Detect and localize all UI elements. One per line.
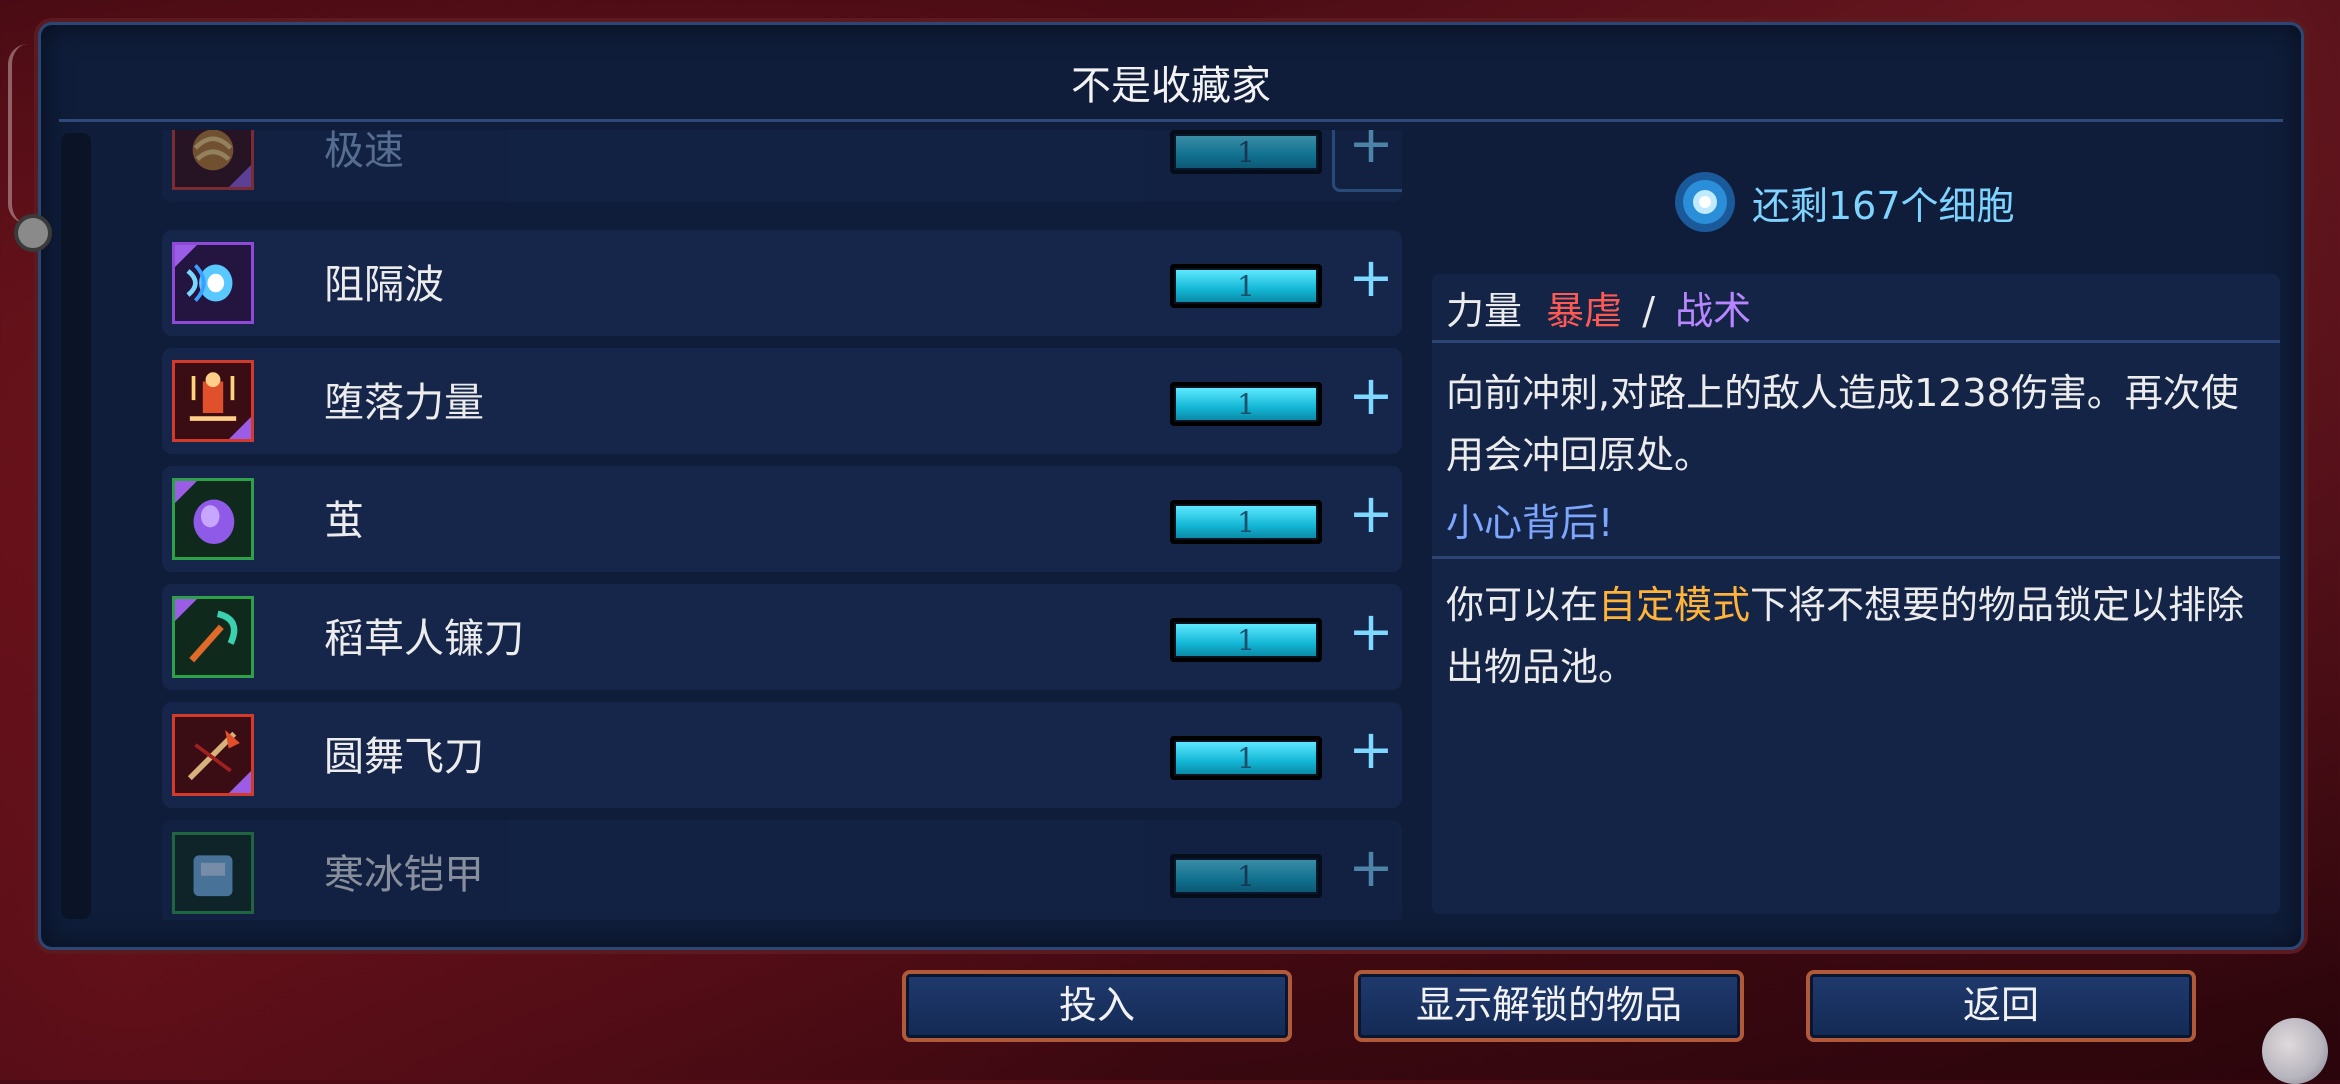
quantity-value: 1 xyxy=(1237,506,1255,539)
item-list: 极速 1 + 阻隔波 1 + 堕落力量 1 + 茧 1 + 稻草人镰刀 1 + … xyxy=(162,130,1402,920)
plus-icon[interactable]: + xyxy=(1346,366,1396,426)
back-button[interactable]: 返回 xyxy=(1806,970,2196,1042)
description-divider xyxy=(1432,556,2280,559)
quantity-value: 1 xyxy=(1237,270,1255,303)
plus-icon[interactable]: + xyxy=(1346,248,1396,308)
item-name: 稻草人镰刀 xyxy=(324,616,524,662)
corner-mark xyxy=(175,481,199,505)
item-name: 极速 xyxy=(324,130,404,174)
cell-icon xyxy=(1675,172,1735,232)
tags-divider xyxy=(1432,340,2280,343)
throwing-knife-icon xyxy=(172,714,254,796)
panel-title: 不是收藏家 xyxy=(1071,63,1271,109)
tag-power: 力量 xyxy=(1446,289,1523,333)
item-detail-panel: 力量 暴虐 / 战术 向前冲刺,对路上的敌人造成1238伤害。再次使用会冲回原处… xyxy=(1432,274,2280,914)
plus-icon[interactable]: + xyxy=(1346,720,1396,780)
custom-mode-highlight: 自定模式 xyxy=(1598,583,1751,627)
cells-remaining-text: 还剩167个细胞 xyxy=(1752,183,2015,228)
cocoon-icon xyxy=(172,478,254,560)
plus-icon[interactable]: + xyxy=(1346,130,1396,174)
plus-icon[interactable]: + xyxy=(1346,602,1396,662)
list-item[interactable]: 茧 1 + xyxy=(162,466,1402,572)
speed-skill-icon xyxy=(172,130,254,190)
quantity-value: 1 xyxy=(1237,624,1255,657)
tag-separator: / xyxy=(1642,289,1656,333)
scythe-icon xyxy=(172,596,254,678)
quantity-bar: 1 xyxy=(1170,854,1322,898)
list-item[interactable]: 圆舞飞刀 1 + xyxy=(162,702,1402,808)
floating-orb-icon[interactable] xyxy=(2262,1018,2328,1084)
list-item[interactable]: 稻草人镰刀 1 + xyxy=(162,584,1402,690)
tag-brutality: 暴虐 xyxy=(1546,289,1623,333)
quantity-bar: 1 xyxy=(1170,736,1322,780)
scrollbar-thumb[interactable] xyxy=(14,214,52,252)
quantity-value: 1 xyxy=(1237,388,1255,421)
corner-mark xyxy=(227,163,251,187)
item-name: 寒冰铠甲 xyxy=(324,852,484,898)
item-flavor-text: 小心背后! xyxy=(1446,501,1614,545)
quantity-bar: 1 xyxy=(1170,618,1322,662)
left-edge-decoration xyxy=(8,44,30,224)
corner-mark xyxy=(227,769,251,793)
item-name: 堕落力量 xyxy=(324,380,484,426)
plus-icon[interactable]: + xyxy=(1346,484,1396,544)
item-name: 阻隔波 xyxy=(324,262,444,308)
item-tags: 力量 暴虐 / 战术 xyxy=(1446,280,1751,335)
corner-mark xyxy=(175,599,199,623)
lock-hint: 你可以在自定模式下将不想要的物品锁定以排除出物品池。 xyxy=(1446,574,2266,698)
quantity-value: 1 xyxy=(1237,860,1255,893)
list-item[interactable]: 阻隔波 1 + xyxy=(162,230,1402,336)
item-name: 圆舞飞刀 xyxy=(324,734,484,780)
corner-mark xyxy=(175,245,199,269)
list-item[interactable]: 堕落力量 1 + xyxy=(162,348,1402,454)
invest-button[interactable]: 投入 xyxy=(902,970,1292,1042)
quantity-bar: 1 xyxy=(1170,264,1322,308)
quantity-bar: 1 xyxy=(1170,130,1322,174)
wave-skill-icon xyxy=(172,242,254,324)
scrollbar-track[interactable] xyxy=(61,133,91,919)
plus-icon[interactable]: + xyxy=(1346,838,1396,898)
tag-tactics: 战术 xyxy=(1675,289,1752,333)
quantity-bar: 1 xyxy=(1170,500,1322,544)
quantity-value: 1 xyxy=(1237,742,1255,775)
quantity-bar: 1 xyxy=(1170,382,1322,426)
item-description: 向前冲刺,对路上的敌人造成1238伤害。再次使用会冲回原处。 xyxy=(1446,371,2239,477)
quantity-value: 1 xyxy=(1237,136,1255,169)
title-divider xyxy=(59,119,2283,122)
ice-armor-icon xyxy=(172,832,254,914)
list-item[interactable]: 极速 1 + xyxy=(162,130,1402,202)
item-name: 茧 xyxy=(324,498,364,544)
list-item[interactable]: 寒冰铠甲 1 + xyxy=(162,820,1402,920)
cells-counter: 还剩167个细胞 xyxy=(1672,162,2015,242)
hint-text-before: 你可以在 xyxy=(1446,583,1599,627)
fallen-power-icon xyxy=(172,360,254,442)
show-unlocked-button[interactable]: 显示解锁的物品 xyxy=(1354,970,1744,1042)
corner-mark xyxy=(227,415,251,439)
